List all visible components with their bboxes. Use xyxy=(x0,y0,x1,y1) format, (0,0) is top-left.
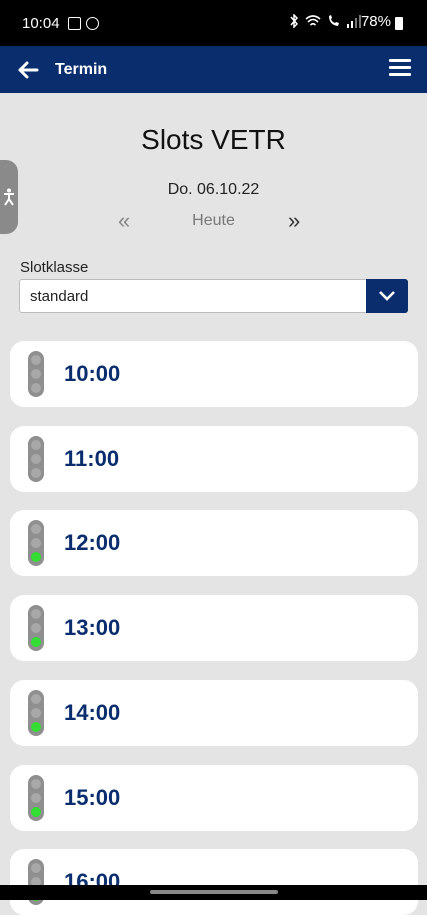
slot-time: 14:00 xyxy=(64,700,121,725)
arrow-left-icon xyxy=(18,61,39,78)
page-title: Slots VETR xyxy=(141,124,286,155)
slotklasse-select[interactable]: standard xyxy=(19,279,408,313)
back-button[interactable] xyxy=(14,56,42,84)
date-label: Do. 06.10.22 xyxy=(167,181,260,198)
slotklasse-label: Slotklasse xyxy=(20,259,89,276)
slot-card[interactable]: 14:00 xyxy=(10,680,418,746)
signal-icon xyxy=(347,15,361,28)
navigation-bar xyxy=(0,885,427,900)
slot-time: 13:00 xyxy=(64,615,121,640)
next-day-button[interactable]: » xyxy=(288,208,300,234)
slot-time: 12:00 xyxy=(64,530,121,555)
app-bar-title: Termin xyxy=(55,60,108,78)
slot-card[interactable]: 10:00 xyxy=(10,341,418,407)
traffic-light-icon xyxy=(28,436,44,482)
traffic-light-icon xyxy=(28,520,44,566)
dropdown-button[interactable] xyxy=(366,279,408,313)
traffic-light-icon xyxy=(28,690,44,736)
status-time: 10:04 xyxy=(22,14,60,32)
status-bar: 10:04 78% xyxy=(0,0,427,46)
traffic-light-icon xyxy=(28,351,44,397)
slot-time: 11:00 xyxy=(64,446,120,471)
bluetooth-icon xyxy=(290,14,299,28)
battery-icon xyxy=(395,17,403,30)
home-indicator[interactable] xyxy=(150,890,278,894)
gallery-icon xyxy=(67,16,81,30)
slot-card[interactable]: 11:00 xyxy=(10,426,418,492)
slot-time: 10:00 xyxy=(64,361,121,386)
menu-icon[interactable] xyxy=(389,59,411,79)
chevron-down-icon xyxy=(379,291,395,301)
battery-percent: 78% xyxy=(360,13,391,30)
today-button[interactable]: Heute xyxy=(0,212,427,230)
slot-card[interactable]: 13:00 xyxy=(10,595,418,661)
slotklasse-value: standard xyxy=(30,288,89,305)
whatsapp-icon xyxy=(85,16,99,30)
app-bar: Termin xyxy=(0,46,427,93)
traffic-light-icon xyxy=(28,605,44,651)
slot-card[interactable]: 15:00 xyxy=(10,765,418,831)
call-icon xyxy=(329,15,339,26)
wifi-icon xyxy=(305,15,321,26)
date-navigation: « Heute » xyxy=(0,208,427,234)
slot-card[interactable]: 16:00 xyxy=(10,849,418,915)
traffic-light-icon xyxy=(28,775,44,821)
slot-time: 15:00 xyxy=(64,785,121,810)
slot-card[interactable]: 12:00 xyxy=(10,510,418,576)
